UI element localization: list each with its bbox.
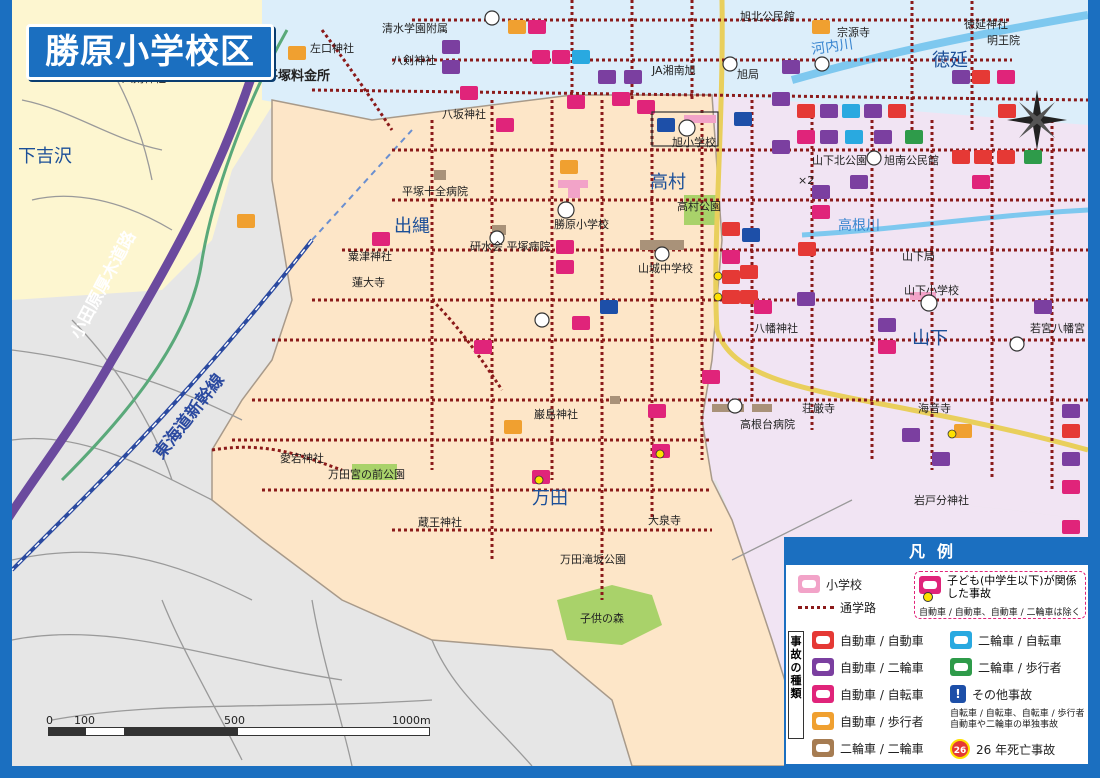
legend-car-bike: 自動車 / 自転車 [812,685,924,703]
label-hiratsuka-juji: 平塚十全病院 [402,184,468,198]
label-sanka-koen: 山下北公園 [812,154,867,167]
scale-bar: 0 100 500 1000m [46,714,431,740]
label-atago: 愛宕神社 [280,451,324,465]
label-takamura-koen: 高村公園 [677,199,721,213]
area-takamura: 高村 [650,172,686,193]
label-daisenji: 大泉寺 [648,513,681,527]
legend-school: 小学校 [798,575,862,593]
car-moto-icon [812,658,834,676]
legend-moto-bike: 二輪車 / 自転車 [950,631,1062,649]
legend-moto-moto: 二輪車 / 二輪車 [812,739,924,757]
moto-moto-icon [812,739,834,757]
label-hiratsuka-ryokin: 平塚料金所 [265,68,330,84]
label-kouminkan: 旭北公民館 [740,9,795,23]
legend-car-moto: 自動車 / 二輪車 [812,658,924,676]
label-tokunobu-jinja: 徳延神社 [964,17,1008,31]
label-shimizu-gakuen: 清水学園附属 [382,21,448,35]
other-accident-icon: ! [950,685,966,703]
legend-fatal: 26 26 年死亡事故 [950,739,1055,759]
child-accident-icon [919,576,941,594]
map-frame: 平塚料金所 清水学園附属 八剣神社 八剣神社 左口神社 八坂神社 JA湘南旭 旭… [0,0,1100,778]
area-yamashita: 山下 [912,328,948,349]
label-takanedai: 高根台病院 [740,417,795,431]
label-yamashita-sho: 山下小学校 [904,283,959,297]
route-line-icon [798,606,834,609]
label-myoouin: 明王院 [987,33,1020,47]
label-mizunokai: 研水会 平塚病院 [470,239,551,253]
fatal-accident-icon: 26 [950,739,970,759]
legend-moto-ped: 二輪車 / 歩行者 [950,658,1062,676]
label-iwatobun: 岩戸分神社 [914,493,969,507]
legend-other: ! その他事故 [950,685,1032,703]
label-x2: ×2 [798,174,814,187]
scale-tick-500: 500 [224,714,245,727]
label-hachizaka: 八坂神社 [442,107,486,121]
page-title: 勝原小学校区 [26,24,274,80]
label-kaionji: 海音寺 [918,401,951,415]
school-icon [798,575,820,593]
scale-tick-100: 100 [74,714,95,727]
legend-kind-label: 事故の種類 [788,631,804,739]
moto-bike-icon [950,631,972,649]
legend-car-car: 自動車 / 自動車 [812,631,924,649]
label-zao: 蔵王神社 [418,515,462,529]
area-mangata: 万田 [532,488,568,509]
label-katsuhara-sho: 勝原小学校 [554,217,609,231]
legend-car-ped: 自動車 / 歩行者 [812,712,924,730]
label-yamashiro-chu: 山城中学校 [638,261,693,275]
scale-tick-0: 0 [46,714,53,727]
label-hachiman: 八幡神社 [754,321,798,335]
legend-child-box: 子ども(中学生以下)が関係した事故 自動車 / 自動車、自動車 / 二輪車は除く [914,571,1086,619]
label-wakamiya: 若宮八幡宮 [1030,321,1085,335]
label-yamashita-kyoku: 山下局 [902,250,935,263]
legend-route: 通学路 [798,599,876,616]
label-iwashima: 巌島神社 [534,407,578,421]
label-mangata-takisaka: 万田滝坂公園 [560,553,626,566]
label-kodomo-no-mori: 子供の森 [580,611,624,625]
scale-tick-1000: 1000m [392,714,431,727]
label-asahi: 旭局 [737,67,759,81]
car-bike-icon [812,685,834,703]
area-tokunobu: 徳延 [932,50,968,71]
moto-ped-icon [950,658,972,676]
label-asahi-sho: 旭小学校 [672,135,716,149]
legend-other-note: 自転車 / 自転車、自転車 / 歩行者 自動車や二輪車の単独事故 [950,709,1085,730]
label-sakou: 左口神社 [310,41,354,55]
legend-header: 凡例 [786,539,1088,565]
label-hachiken-top: 八剣神社 [392,53,436,67]
label-awatsu: 粟津神社 [348,249,392,263]
label-asahi-minami: 旭南公民館 [884,153,939,167]
label-mangata-mae: 万田宮の前公園 [328,467,405,481]
area-izunawa: 出縄 [394,216,430,237]
car-ped-icon [812,712,834,730]
label-ja-shonan: JA湘南旭 [651,63,696,77]
label-shogonji: 荘厳寺 [802,401,835,415]
car-car-icon [812,631,834,649]
legend-panel: 凡例 小学校 通学路 子ども(中学生以下)が関係した事故 自動車 / 自動車、自… [784,537,1090,766]
label-takane-river: 高根川 [838,217,880,234]
label-rendai: 蓮大寺 [352,275,385,289]
area-shimokizawa: 下吉沢 [18,146,72,167]
